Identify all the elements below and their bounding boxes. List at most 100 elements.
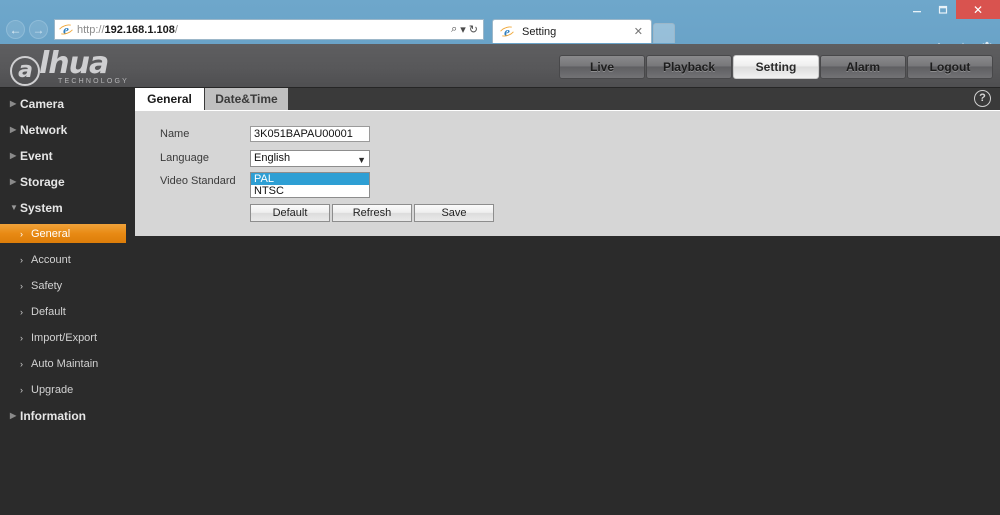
- content-area: General Date&Time ? Name 3K051BAPAU00001…: [135, 88, 1000, 515]
- page-body: ▶ Camera ▶ Network ▶ Event ▶ Storage ▼ S…: [0, 88, 1000, 515]
- sidebar-item-general[interactable]: › General: [0, 224, 126, 243]
- chevron-right-icon: ›: [20, 280, 23, 291]
- triangle-right-icon: ▶: [10, 151, 17, 160]
- search-icon[interactable]: ⌕: [451, 23, 457, 36]
- sidebar-item-account[interactable]: › Account: [0, 250, 135, 269]
- sidebar-item-label: Default: [31, 305, 66, 318]
- sidebar-item-import-export[interactable]: › Import/Export: [0, 328, 135, 347]
- url-scheme: http://: [77, 23, 105, 36]
- triangle-right-icon: ▶: [10, 177, 17, 186]
- chevron-down-icon: ▼: [357, 154, 366, 165]
- form-row-video-standard: Video Standard PAL NTSC: [160, 172, 1000, 198]
- sidebar-item-default[interactable]: › Default: [0, 302, 135, 321]
- browser-nav-buttons: ← →: [0, 19, 48, 39]
- tab-strip: e Setting ✕: [492, 19, 675, 43]
- logo-tagline: TECHNOLOGY: [58, 77, 130, 85]
- nav-button-logout[interactable]: Logout: [907, 55, 993, 79]
- address-bar-tools: ⌕ ▾ ↻: [451, 23, 481, 36]
- sidebar-item-network[interactable]: ▶ Network: [0, 120, 135, 139]
- dahua-logo: a lhua TECHNOLOGY: [10, 45, 220, 86]
- sidebar-item-label: Upgrade: [31, 383, 74, 396]
- main-navigation: Live Playback Setting Alarm Logout: [559, 55, 1000, 79]
- address-bar[interactable]: e http://192.168.1.108/ ⌕ ▾ ↻: [54, 19, 484, 40]
- browser-toolbar: ← → e http://192.168.1.108/ ⌕ ▾ ↻ e Sett…: [0, 19, 1000, 54]
- chevron-right-icon: ›: [20, 332, 23, 343]
- name-label: Name: [160, 128, 190, 140]
- sidebar-item-label: Auto Maintain: [31, 357, 99, 370]
- triangle-right-icon: ▶: [10, 125, 17, 134]
- close-button[interactable]: ✕: [956, 0, 1000, 19]
- form-row-name: Name 3K051BAPAU00001: [160, 124, 1000, 144]
- sidebar-item-label: System: [20, 200, 63, 215]
- minimize-button[interactable]: [904, 0, 930, 19]
- sidebar-item-label: Camera: [20, 96, 65, 111]
- general-settings-form: Name 3K051BAPAU00001 Language English ▼ …: [135, 111, 1000, 222]
- refresh-button[interactable]: Refresh: [332, 204, 412, 222]
- sidebar-item-upgrade[interactable]: › Upgrade: [0, 380, 135, 399]
- chevron-right-icon: ›: [20, 254, 23, 265]
- tab-general[interactable]: General: [135, 88, 205, 110]
- tab-favicon-icon: e: [497, 24, 517, 39]
- sidebar: ▶ Camera ▶ Network ▶ Event ▶ Storage ▼ S…: [0, 88, 135, 515]
- triangle-right-icon: ▶: [10, 411, 17, 420]
- tab-close-icon[interactable]: ✕: [630, 25, 647, 38]
- back-icon[interactable]: ←: [6, 20, 25, 39]
- nav-button-setting[interactable]: Setting: [733, 55, 819, 79]
- sidebar-item-camera[interactable]: ▶ Camera: [0, 94, 135, 113]
- sidebar-item-label: Network: [20, 122, 68, 137]
- form-row-language: Language English ▼: [160, 148, 1000, 168]
- sidebar-item-label: Storage: [20, 174, 65, 189]
- chevron-right-icon: ›: [20, 228, 23, 239]
- triangle-right-icon: ▶: [10, 99, 17, 108]
- chevron-right-icon: ›: [20, 384, 23, 395]
- tab-title: Setting: [522, 25, 557, 38]
- sidebar-item-label: Event: [20, 148, 53, 163]
- address-bar-url: http://192.168.1.108/: [77, 24, 178, 36]
- sidebar-item-system[interactable]: ▼ System: [0, 198, 135, 217]
- nav-button-alarm[interactable]: Alarm: [820, 55, 906, 79]
- language-label: Language: [160, 152, 209, 164]
- chevron-right-icon: ›: [20, 358, 23, 369]
- new-tab-button[interactable]: [653, 23, 675, 43]
- sidebar-item-label: General: [31, 227, 71, 240]
- help-icon[interactable]: ?: [974, 90, 991, 107]
- content-tabbar: General Date&Time ?: [135, 88, 1000, 110]
- default-button[interactable]: Default: [250, 204, 330, 222]
- window-controls: ✕: [904, 0, 1000, 19]
- forward-icon[interactable]: →: [29, 20, 48, 39]
- nav-button-playback[interactable]: Playback: [646, 55, 732, 79]
- app-header: a lhua TECHNOLOGY Live Playback Setting A…: [0, 44, 1000, 88]
- chevron-right-icon: ›: [20, 306, 23, 317]
- internet-explorer-icon: e: [56, 22, 76, 37]
- browser-tab-setting[interactable]: e Setting ✕: [492, 19, 652, 43]
- logo-letter-a: a: [10, 55, 40, 86]
- save-button[interactable]: Save: [414, 204, 494, 222]
- tab-date-time[interactable]: Date&Time: [205, 88, 289, 110]
- video-standard-option-ntsc[interactable]: NTSC: [251, 185, 369, 197]
- browser-chrome: ✕ ← → e http://192.168.1.108/ ⌕ ▾ ↻ e Se…: [0, 0, 1000, 54]
- triangle-down-icon: ▼: [10, 203, 18, 212]
- video-standard-listbox[interactable]: PAL NTSC: [250, 172, 370, 198]
- sidebar-item-storage[interactable]: ▶ Storage: [0, 172, 135, 191]
- sidebar-item-event[interactable]: ▶ Event: [0, 146, 135, 165]
- nav-button-live[interactable]: Live: [559, 55, 645, 79]
- sidebar-item-label: Account: [31, 253, 71, 266]
- video-standard-option-pal[interactable]: PAL: [251, 173, 369, 185]
- name-input[interactable]: 3K051BAPAU00001: [250, 126, 370, 142]
- url-host: 192.168.1.108: [104, 23, 175, 36]
- sidebar-item-safety[interactable]: › Safety: [0, 276, 135, 295]
- sidebar-item-information[interactable]: ▶ Information: [0, 406, 135, 425]
- language-selected-value: English: [254, 151, 291, 164]
- sidebar-item-auto-maintain[interactable]: › Auto Maintain: [0, 354, 135, 373]
- sidebar-item-label: Information: [20, 408, 86, 423]
- logo-text-rest: lhua: [39, 45, 109, 81]
- settings-panel: Name 3K051BAPAU00001 Language English ▼ …: [135, 110, 1000, 236]
- restore-button[interactable]: [930, 0, 956, 19]
- language-select[interactable]: English ▼: [250, 149, 370, 167]
- sidebar-item-label: Import/Export: [31, 331, 98, 344]
- url-path: /: [174, 23, 178, 36]
- video-standard-label: Video Standard: [160, 175, 236, 187]
- refresh-icon[interactable]: ↻: [469, 23, 478, 36]
- chevron-down-icon[interactable]: ▾: [460, 23, 466, 36]
- sidebar-item-label: Safety: [31, 279, 63, 292]
